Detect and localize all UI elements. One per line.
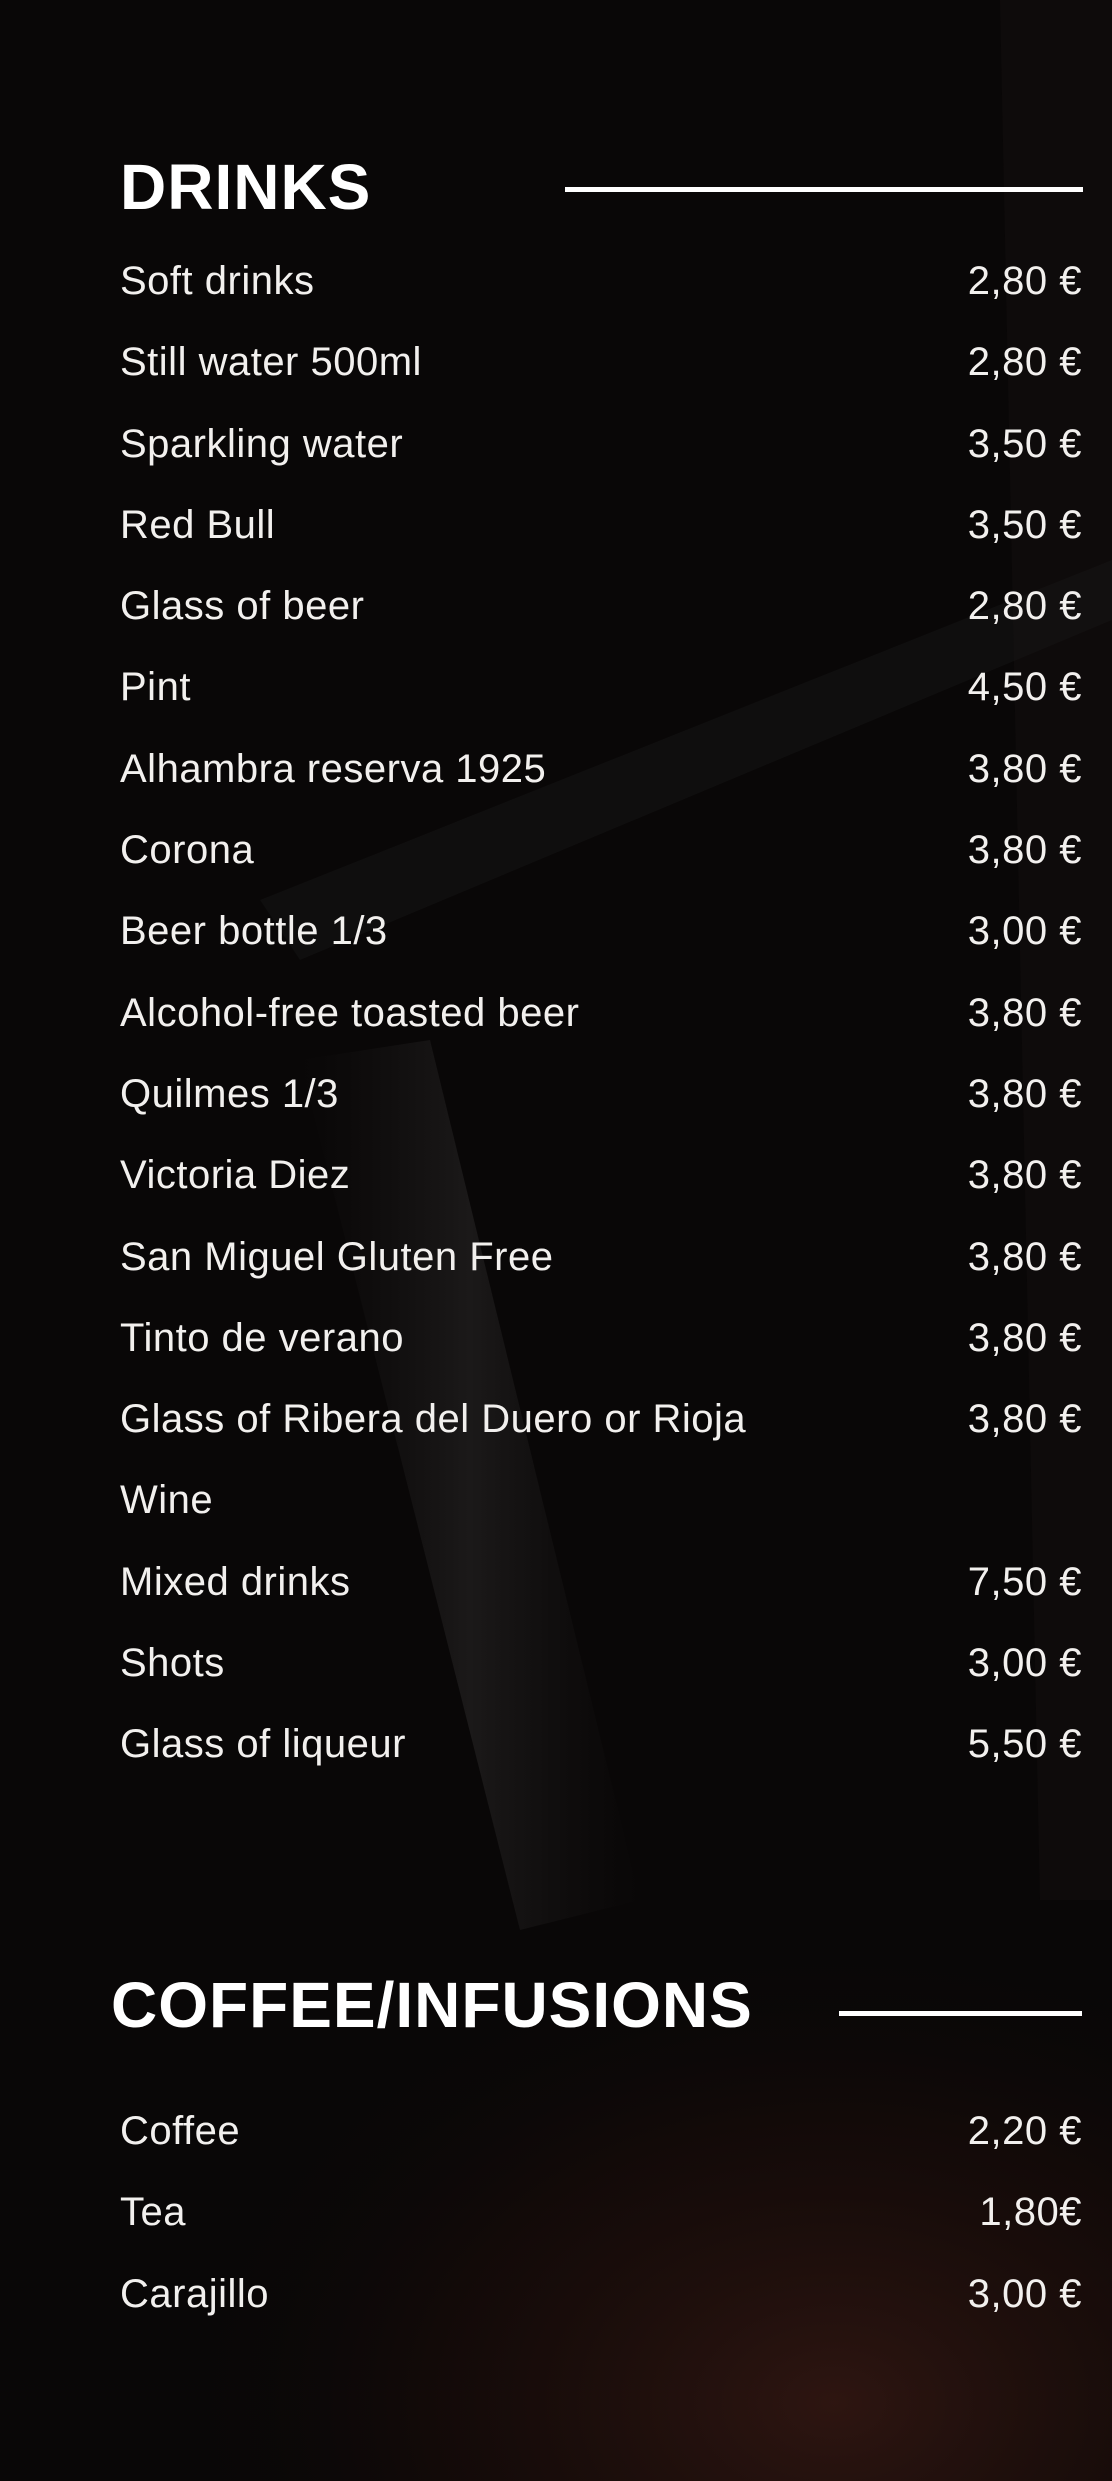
coffee-section-header: COFFEE/INFUSIONS (111, 1968, 1082, 2042)
item-price: 3,80 € (967, 1397, 1082, 1442)
item-name: Corona (120, 828, 255, 873)
item-name: Mixed drinks (120, 1559, 351, 1604)
menu-item: Shots 3,00 € (120, 1638, 1082, 1719)
menu-item: Beer bottle 1/3 3,00 € (120, 906, 1082, 987)
item-price: 2,20 € (967, 2109, 1082, 2153)
coffee-title: COFFEE/INFUSIONS (111, 1969, 753, 2041)
menu-item: Carajillo 3,00 € (120, 2269, 1082, 2350)
item-price: 3,50 € (967, 421, 1082, 466)
item-name: Victoria Diez (120, 1153, 351, 1198)
coffee-title-rule (839, 2011, 1082, 2016)
item-name: Sparkling water (120, 421, 404, 466)
item-price: 3,80 € (967, 828, 1082, 873)
menu-item: Alcohol-free toasted beer 3,80 € (120, 988, 1082, 1069)
menu-item: Still water 500ml 2,80 € (120, 337, 1082, 418)
menu-item: Pint 4,50 € (120, 662, 1082, 743)
item-price: 3,00 € (967, 1641, 1082, 1686)
item-price: 3,50 € (967, 502, 1082, 547)
menu-item: Corona 3,80 € (120, 825, 1082, 906)
item-name: Tea (120, 2190, 186, 2235)
item-name: Glass of liqueur (120, 1722, 406, 1767)
menu-page: DRINKS Soft drinks 2,80 € Still water 500… (0, 0, 1112, 2481)
item-name: Tinto de verano (120, 1315, 404, 1360)
item-price: 3,80 € (967, 1071, 1082, 1116)
item-name: Coffee (120, 2109, 241, 2153)
item-price: 3,80 € (967, 746, 1082, 791)
menu-item: Glass of beer 2,80 € (120, 581, 1082, 662)
menu-item: Quilmes 1/3 3,80 € (120, 1069, 1082, 1150)
drinks-section-header: DRINKS (120, 150, 1083, 224)
menu-item: Red Bull 3,50 € (120, 500, 1082, 581)
item-name: Wine (120, 1478, 214, 1523)
item-price: 5,50 € (967, 1722, 1082, 1767)
item-name: Pint (120, 665, 191, 710)
menu-item: Soft drinks 2,80 € (120, 256, 1082, 337)
menu-item: Tea 1,80€ (120, 2187, 1082, 2268)
item-price: 3,80 € (967, 1315, 1082, 1360)
coffee-list: Coffee 2,20 € Tea 1,80€ Carajillo 3,00 € (120, 2106, 1082, 2350)
item-price: 2,80 € (967, 340, 1082, 385)
item-name: Red Bull (120, 502, 276, 547)
item-name: Soft drinks (120, 259, 315, 303)
menu-item: San Miguel Gluten Free 3,80 € (120, 1232, 1082, 1313)
item-price: 3,00 € (967, 2271, 1082, 2316)
item-name: Beer bottle 1/3 (120, 909, 388, 954)
item-price: 1,80€ (979, 2190, 1082, 2235)
menu-item: Sparkling water 3,50 € (120, 419, 1082, 500)
item-name: Glass of beer (120, 584, 365, 629)
menu-item: Glass of Ribera del Duero or Rioja 3,80 € (120, 1394, 1082, 1475)
item-name: Carajillo (120, 2271, 269, 2316)
menu-item: Alhambra reserva 1925 3,80 € (120, 744, 1082, 825)
item-price: 2,80 € (967, 584, 1082, 629)
drinks-list: Soft drinks 2,80 € Still water 500ml 2,80 … (120, 256, 1082, 1801)
menu-item: Wine (120, 1475, 1082, 1556)
item-price: 7,50 € (967, 1559, 1082, 1604)
item-price: 3,00 € (967, 909, 1082, 954)
item-name: Shots (120, 1641, 225, 1686)
item-name: Glass of Ribera del Duero or Rioja (120, 1397, 747, 1442)
menu-item: Tinto de verano 3,80 € (120, 1313, 1082, 1394)
item-name: Alcohol-free toasted beer (120, 990, 580, 1035)
menu-item: Glass of liqueur 5,50 € (120, 1719, 1082, 1800)
item-name: Alhambra reserva 1925 (120, 746, 547, 791)
item-price: 2,80 € (967, 259, 1082, 303)
menu-item: Victoria Diez 3,80 € (120, 1150, 1082, 1231)
item-name: Quilmes 1/3 (120, 1071, 339, 1116)
menu-item: Mixed drinks 7,50 € (120, 1557, 1082, 1638)
item-price: 3,80 € (967, 1153, 1082, 1198)
item-price: 3,80 € (967, 1234, 1082, 1279)
item-price: 3,80 € (967, 990, 1082, 1035)
drinks-title-rule (565, 187, 1083, 192)
menu-item: Coffee 2,20 € (120, 2106, 1082, 2187)
item-price: 4,50 € (967, 665, 1082, 710)
drinks-title: DRINKS (120, 151, 372, 223)
item-name: Still water 500ml (120, 340, 422, 385)
item-name: San Miguel Gluten Free (120, 1234, 554, 1279)
